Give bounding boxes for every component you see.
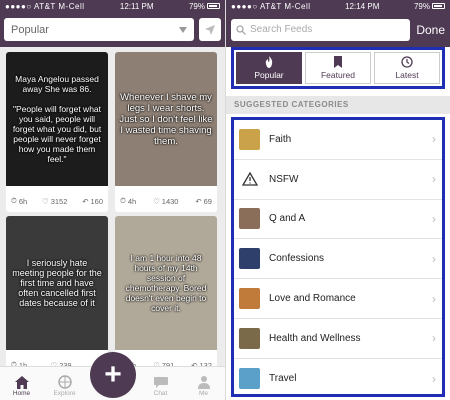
q-and-a-thumbnail bbox=[239, 208, 260, 230]
tab-chat[interactable]: Chat bbox=[143, 374, 179, 397]
suggested-categories-heading: SUGGESTED CATEGORIES bbox=[226, 96, 450, 114]
caret-icon bbox=[179, 24, 187, 36]
home-icon bbox=[14, 374, 29, 390]
battery-icon bbox=[431, 3, 445, 9]
card-replies: ↶ 160 bbox=[82, 196, 103, 206]
segment-popular[interactable]: Popular bbox=[236, 52, 302, 84]
chevron-right-icon: › bbox=[432, 132, 436, 147]
search-header: Search Feeds Done bbox=[226, 12, 450, 47]
category-health-and-wellness[interactable]: Health and Wellness › bbox=[234, 319, 442, 359]
card-text: I am 1 hour into 48 hours of my 14th ses… bbox=[115, 216, 217, 350]
category-faith[interactable]: Faith › bbox=[234, 120, 442, 160]
clock: 12:11 PM bbox=[119, 1, 154, 11]
sort-segmented-control: Popular Featured Latest bbox=[231, 47, 445, 89]
card-likes: ♡ 3152 bbox=[41, 196, 68, 206]
feed-selector-dropdown[interactable]: Popular bbox=[4, 18, 194, 41]
card-meta: ⏱ 6h ♡ 3152 ↶ 160 bbox=[6, 190, 108, 212]
tab-explore[interactable]: Explore bbox=[47, 374, 83, 397]
location-button[interactable] bbox=[199, 18, 221, 41]
status-bar: ●●●●○ AT&T M-Cell 12:14 PM 79% bbox=[226, 0, 450, 12]
feed-header: Popular bbox=[0, 12, 225, 47]
chevron-right-icon: › bbox=[432, 211, 436, 226]
whisper-card[interactable]: Maya Angelou passed away She was 86. "Pe… bbox=[6, 52, 108, 212]
chevron-right-icon: › bbox=[432, 331, 436, 346]
battery-indicator: 79% bbox=[189, 2, 220, 11]
whisper-card[interactable]: I seriously hate meeting people for the … bbox=[6, 216, 108, 376]
category-list: Faith › NSFW › Q and A › Confessions › L… bbox=[231, 117, 445, 397]
battery-indicator: 79% bbox=[414, 2, 445, 11]
feed-grid: Maya Angelou passed away She was 86. "Pe… bbox=[0, 47, 225, 376]
search-feeds-input[interactable]: Search Feeds bbox=[231, 18, 411, 41]
category-nsfw[interactable]: NSFW › bbox=[234, 160, 442, 200]
faith-thumbnail bbox=[239, 128, 260, 150]
person-icon bbox=[197, 374, 211, 390]
card-text: Whenever I shave my legs I wear shorts. … bbox=[115, 52, 217, 186]
card-time: ⏱ 6h bbox=[11, 196, 28, 206]
chat-bubble-icon bbox=[153, 374, 169, 390]
travel-thumbnail bbox=[239, 368, 260, 390]
search-placeholder: Search Feeds bbox=[250, 24, 313, 35]
love-and-romance-thumbnail bbox=[239, 288, 260, 310]
feed-selector-value: Popular bbox=[11, 23, 49, 36]
chevron-right-icon: › bbox=[432, 371, 436, 386]
segment-featured[interactable]: Featured bbox=[305, 52, 371, 84]
compose-button[interactable]: + bbox=[90, 352, 136, 398]
carrier-label: ●●●●○ AT&T M-Cell bbox=[231, 1, 311, 11]
location-arrow-icon bbox=[205, 24, 215, 35]
card-time: ⏱4h bbox=[120, 196, 137, 206]
chevron-right-icon: › bbox=[432, 291, 436, 306]
whisper-card[interactable]: I am 1 hour into 48 hours of my 14th ses… bbox=[115, 216, 217, 376]
card-text: I seriously hate meeting people for the … bbox=[6, 216, 108, 350]
confessions-thumbnail bbox=[239, 248, 260, 270]
category-love-and-romance[interactable]: Love and Romance › bbox=[234, 279, 442, 319]
segment-latest[interactable]: Latest bbox=[374, 52, 440, 84]
card-likes: ♡ 1430 bbox=[153, 196, 179, 206]
category-confessions[interactable]: Confessions › bbox=[234, 239, 442, 280]
feeds-search-screen: ●●●●○ AT&T M-Cell 12:14 PM 79% Search Fe… bbox=[225, 0, 450, 400]
card-text: Maya Angelou passed away She was 86. "Pe… bbox=[6, 52, 108, 186]
whisper-card[interactable]: Whenever I shave my legs I wear shorts. … bbox=[115, 52, 217, 212]
done-button[interactable]: Done bbox=[416, 23, 445, 37]
category-q-and-a[interactable]: Q and A › bbox=[234, 200, 442, 240]
ribbon-icon bbox=[334, 56, 342, 68]
category-travel[interactable]: Travel › bbox=[234, 359, 442, 394]
battery-icon bbox=[206, 3, 220, 9]
feed-screen: ●●●●○ AT&T M-Cell 12:11 PM 79% Popular M… bbox=[0, 0, 225, 400]
flame-icon bbox=[265, 56, 273, 68]
clock: 12:14 PM bbox=[345, 1, 380, 11]
search-icon bbox=[236, 24, 246, 35]
tab-me[interactable]: Me bbox=[186, 374, 222, 397]
health-and-wellness-thumbnail bbox=[239, 327, 260, 349]
chevron-right-icon: › bbox=[432, 172, 436, 187]
globe-icon bbox=[57, 374, 72, 390]
clock-icon bbox=[401, 56, 413, 68]
card-meta: ⏱ 4h ♡ 1430 ↶ 69 bbox=[115, 190, 217, 212]
tab-home[interactable]: Home bbox=[4, 374, 40, 397]
card-replies: ↶ 69 bbox=[195, 196, 212, 206]
chevron-right-icon: › bbox=[432, 251, 436, 266]
carrier-label: ●●●●○ AT&T M-Cell bbox=[5, 1, 85, 11]
status-bar: ●●●●○ AT&T M-Cell 12:11 PM 79% bbox=[0, 0, 225, 12]
warning-icon bbox=[239, 169, 260, 190]
